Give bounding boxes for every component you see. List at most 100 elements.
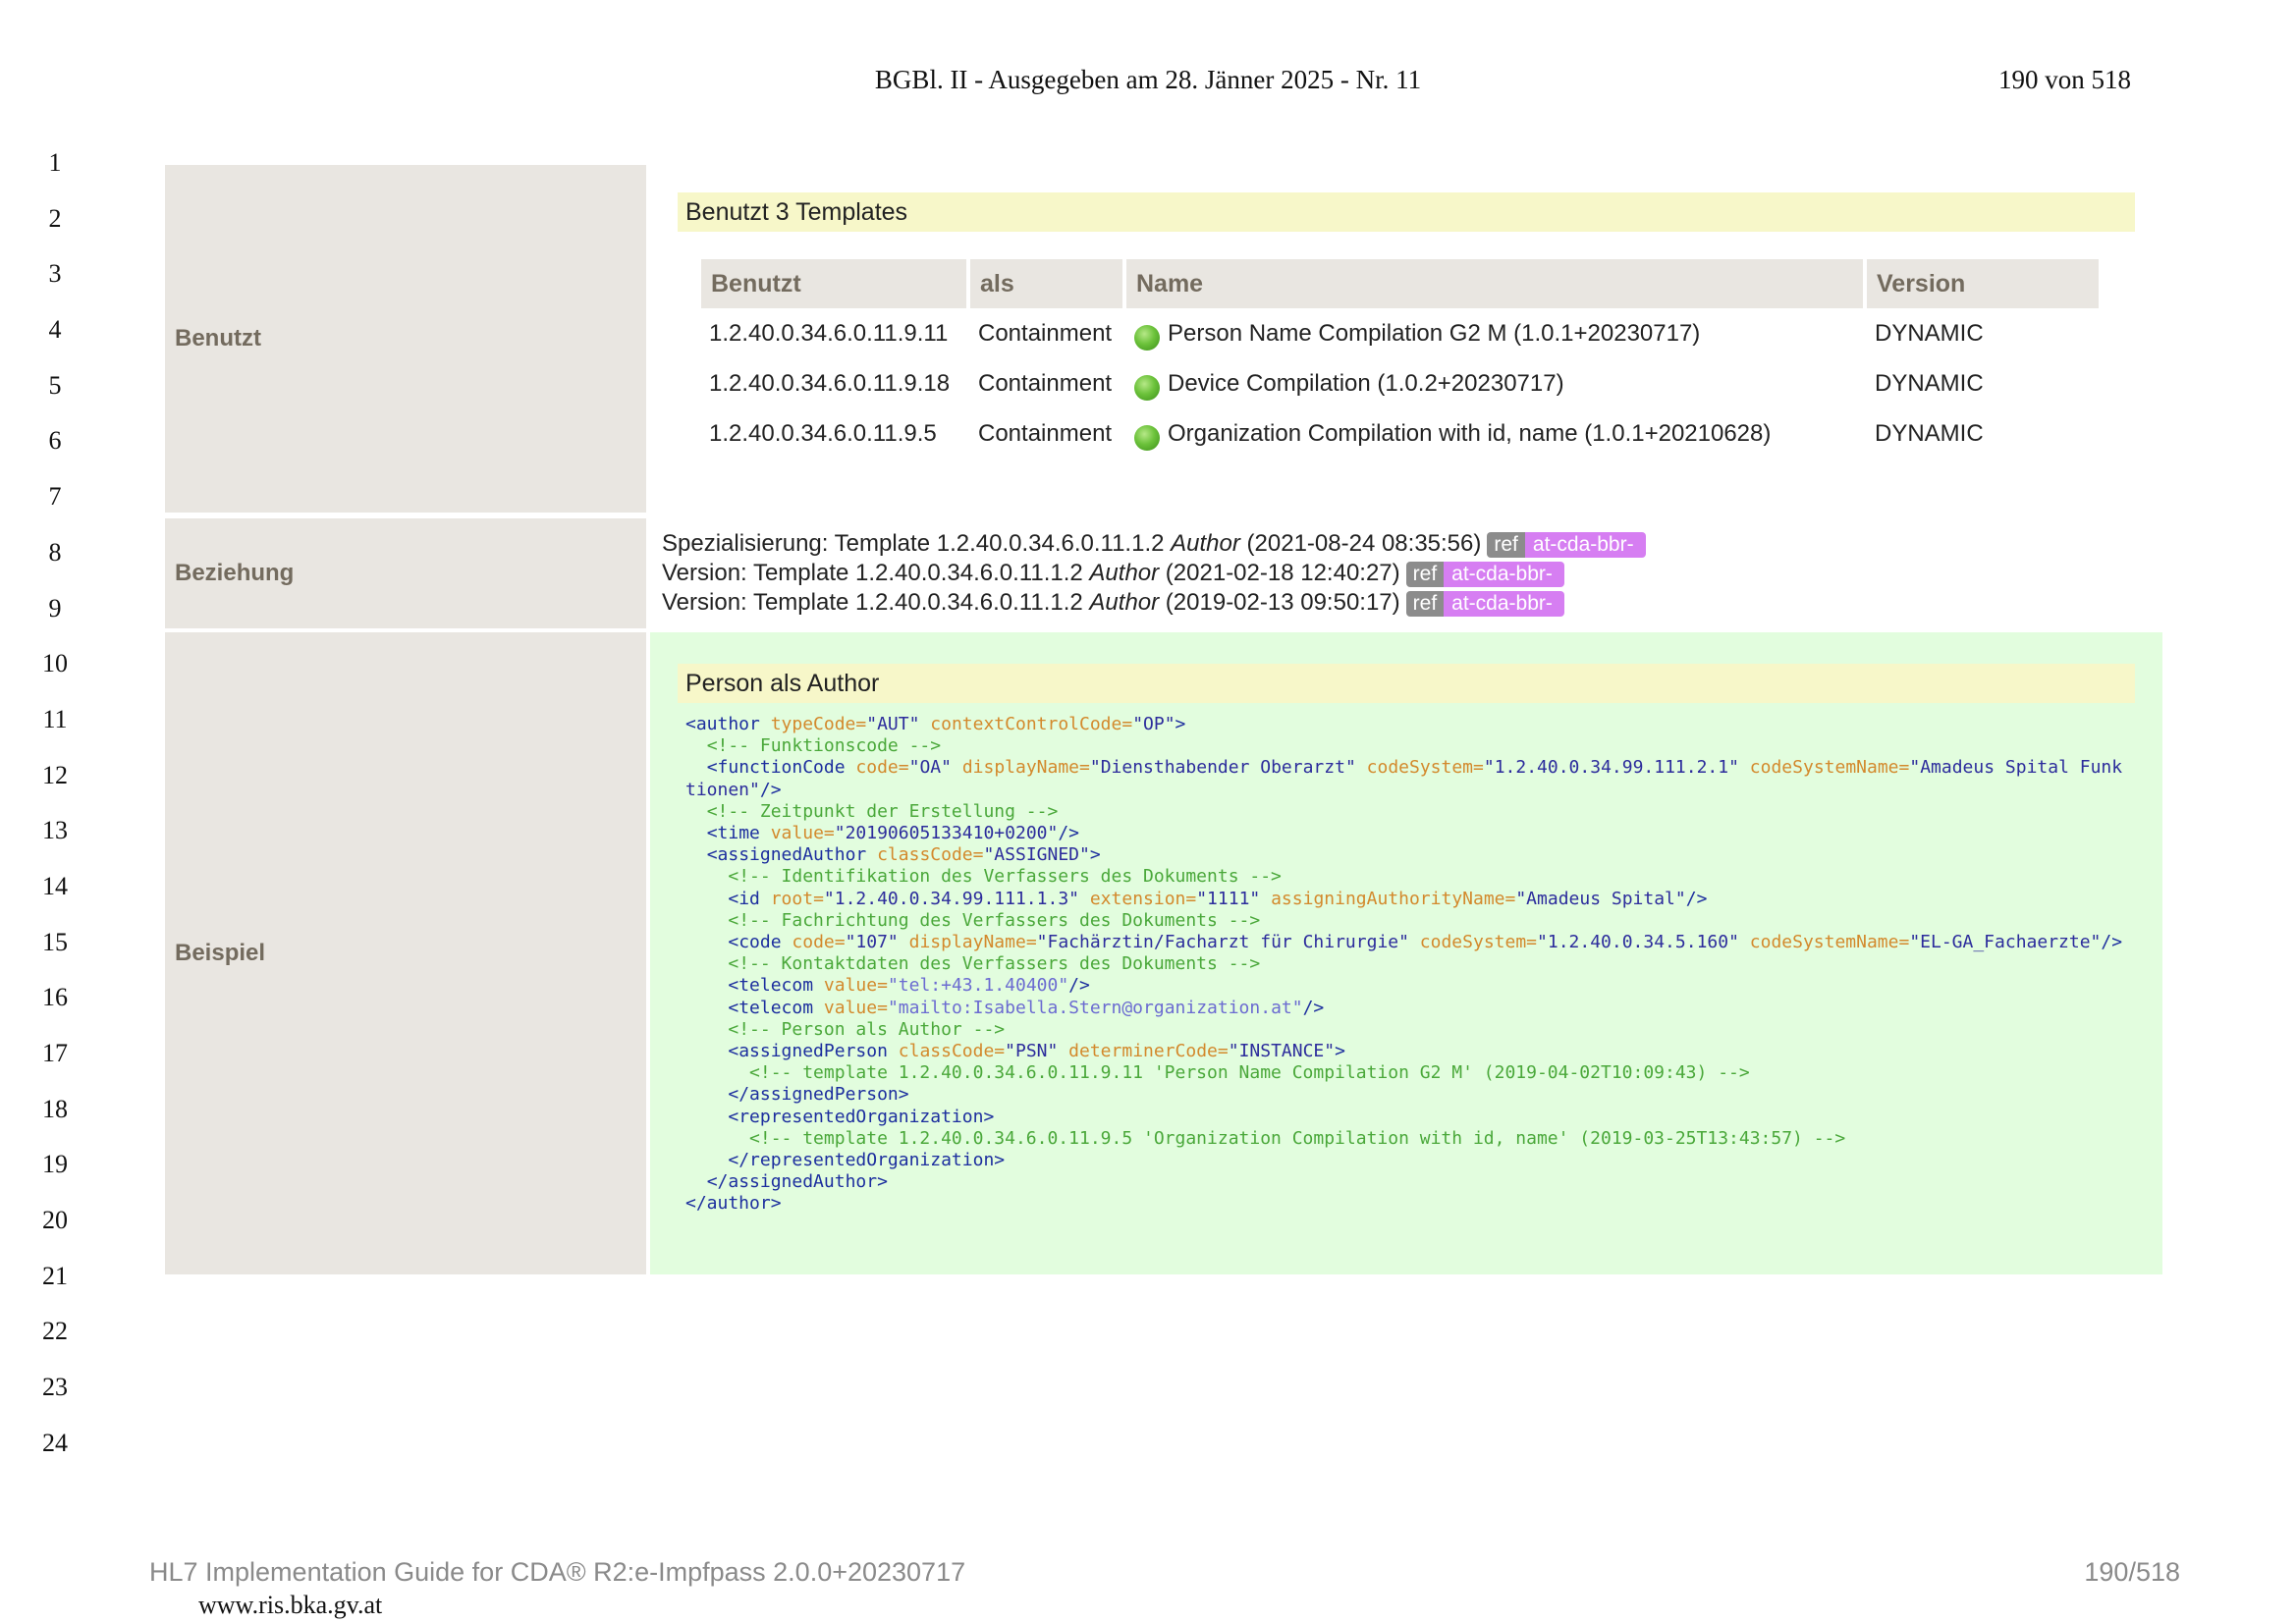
example-title: Person als Author	[678, 664, 2135, 703]
column-header-als: als	[970, 259, 1122, 308]
xml-value: "1.2.40.0.34.99.111.2.1"	[1483, 757, 1739, 779]
template-version: DYNAMIC	[1875, 319, 1984, 347]
template-name[interactable]: Device Compilation (1.0.2+20230717)	[1168, 370, 1564, 397]
row-label-text: Beziehung	[175, 560, 295, 586]
line-number: 11	[42, 704, 68, 733]
line-number: 15	[42, 927, 68, 956]
document-page-number: 190 von 518	[1998, 65, 2131, 94]
template-name[interactable]: Organization Compilation with id, name (…	[1168, 420, 1771, 447]
xml-tag: <id	[728, 888, 760, 909]
xml-tag: />	[759, 779, 782, 800]
xml-tag: >	[1335, 1041, 1345, 1062]
xml-comment: <!-- template 1.2.40.0.34.6.0.11.9.5 'Or…	[749, 1127, 1846, 1149]
column-header-version: Version	[1867, 259, 2099, 308]
line-number: 23	[42, 1373, 68, 1402]
xml-tag: </author>	[685, 1193, 782, 1215]
xml-attr: codeSystemName=	[1749, 932, 1910, 953]
xml-attr: contextControlCode=	[930, 714, 1133, 734]
xml-value: "Diensthabender Oberarzt"	[1089, 757, 1356, 779]
template-als: Containment	[978, 319, 1113, 347]
xml-tag: />	[1058, 823, 1080, 844]
status-ball-icon	[1134, 375, 1160, 402]
prefix-badge: at-cda-bbr-	[1524, 532, 1646, 558]
line-number: 5	[48, 370, 62, 400]
table-row: 1.2.40.0.34.6.0.11.9.11 Containment Pers…	[701, 308, 2099, 358]
line-number: 4	[48, 315, 62, 345]
xml-value: "Fachärztin/Facharzt für Chirurgie"	[1036, 932, 1409, 953]
template-id: 1.2.40.0.34.6.0.11.9.5	[709, 419, 937, 447]
status-ball-icon	[1134, 425, 1160, 452]
xml-attr: codeSystem=	[1419, 932, 1538, 953]
line-number: 1	[48, 148, 62, 177]
xml-value: "ASSIGNED"	[983, 844, 1090, 866]
xml-attr: value=	[823, 997, 888, 1018]
line-number: 19	[42, 1150, 68, 1179]
xml-value: "Amadeus Spital"	[1515, 888, 1686, 909]
column-header-name: Name	[1126, 259, 1863, 308]
row-label-text: Beispiel	[175, 940, 266, 966]
xml-value: "1.2.40.0.34.5.160"	[1537, 932, 1739, 953]
relation-template-name[interactable]: Author	[1089, 560, 1159, 586]
xml-comment: <!-- Funktionscode -->	[706, 735, 942, 757]
line-number: 6	[48, 426, 62, 456]
xml-tag: </representedOrganization>	[728, 1150, 1006, 1171]
line-number: 8	[48, 537, 62, 567]
line-number: 18	[42, 1094, 68, 1123]
line-number: 3	[48, 259, 62, 289]
xml-attr: displayName=	[961, 757, 1090, 779]
xml-attr: classCode=	[877, 844, 984, 866]
template-name[interactable]: Person Name Compilation G2 M (1.0.1+2023…	[1168, 320, 1700, 347]
relation-line: Version: Template 1.2.40.0.34.6.0.11.1.2…	[662, 560, 1564, 587]
ref-badge: ref	[1405, 562, 1445, 587]
xml-comment: <!-- Person als Author -->	[728, 1018, 1006, 1040]
template-als: Containment	[978, 369, 1113, 397]
xml-value: "20190605133410+0200"	[834, 823, 1059, 844]
line-number: 14	[42, 871, 68, 900]
xml-comment: <!-- template 1.2.40.0.34.6.0.11.9.11 'P…	[749, 1062, 1750, 1084]
xml-value: "1111"	[1196, 888, 1261, 909]
xml-attr: value=	[770, 823, 835, 844]
relation-template-name[interactable]: Author	[1089, 589, 1159, 616]
xml-tag: <assignedAuthor	[706, 844, 867, 866]
line-number: 21	[42, 1261, 68, 1290]
template-id: 1.2.40.0.34.6.0.11.9.11	[709, 319, 949, 347]
template-version: DYNAMIC	[1875, 369, 1984, 397]
relation-line: Spezialisierung: Template 1.2.40.0.34.6.…	[662, 530, 1646, 558]
column-header-benutzt: Benutzt	[701, 259, 966, 308]
prefix-badge: at-cda-bbr-	[1444, 591, 1564, 617]
row-label-beziehung: Beziehung	[165, 518, 646, 628]
line-number: 17	[42, 1039, 68, 1067]
line-number: 24	[42, 1428, 68, 1457]
xml-value: "PSN"	[1005, 1041, 1059, 1062]
template-name-cell: Organization Compilation with id, name (…	[1126, 408, 1863, 459]
prefix-badge: at-cda-bbr-	[1444, 562, 1564, 587]
xml-value: "tel:+43.1.40400"	[887, 975, 1069, 997]
xml-tag: />	[2101, 932, 2123, 953]
ref-badge: ref	[1405, 591, 1445, 617]
relation-template-name[interactable]: Author	[1171, 530, 1240, 557]
line-number: 20	[42, 1206, 68, 1235]
xml-value: "107"	[845, 932, 899, 953]
templates-table: Benutzt als Name Version 1.2.40.0.34.6.0…	[697, 259, 2103, 459]
xml-attr: root=	[770, 888, 824, 909]
xml-comment: <!-- Kontaktdaten des Verfassers des Dok…	[728, 953, 1261, 975]
xml-tag: <code	[728, 932, 782, 953]
line-number: 2	[48, 203, 62, 233]
template-als: Containment	[978, 419, 1113, 447]
template-name-cell: Device Compilation (1.0.2+20230717)	[1126, 358, 1863, 408]
xml-value: "mailto:Isabella.Stern@organization.at"	[887, 997, 1303, 1018]
xml-attr: assigningAuthorityName=	[1271, 888, 1516, 909]
xml-comment: <!-- Identifikation des Verfassers des D…	[728, 866, 1282, 888]
xml-value: "OA"	[908, 757, 952, 779]
footer-url-link[interactable]: www.ris.bka.gv.at	[198, 1591, 382, 1620]
xml-attr: determinerCode=	[1068, 1041, 1229, 1062]
relation-date: (2021‑08‑24 08:35:56)	[1239, 530, 1482, 557]
template-name-cell: Person Name Compilation G2 M (1.0.1+2023…	[1126, 308, 1863, 358]
table-row: 1.2.40.0.34.6.0.11.9.5 Containment Organ…	[701, 408, 2099, 459]
footer-guide-title: HL7 Implementation Guide for CDA® R2:e-I…	[149, 1557, 966, 1587]
xml-value: "OP"	[1132, 714, 1175, 734]
line-number: 12	[42, 760, 68, 789]
xml-tag: <author	[685, 714, 760, 734]
xml-attr: codeSystemName=	[1749, 757, 1910, 779]
relation-text: Spezialisierung: Template 1.2.40.0.34.6.…	[662, 530, 1172, 557]
